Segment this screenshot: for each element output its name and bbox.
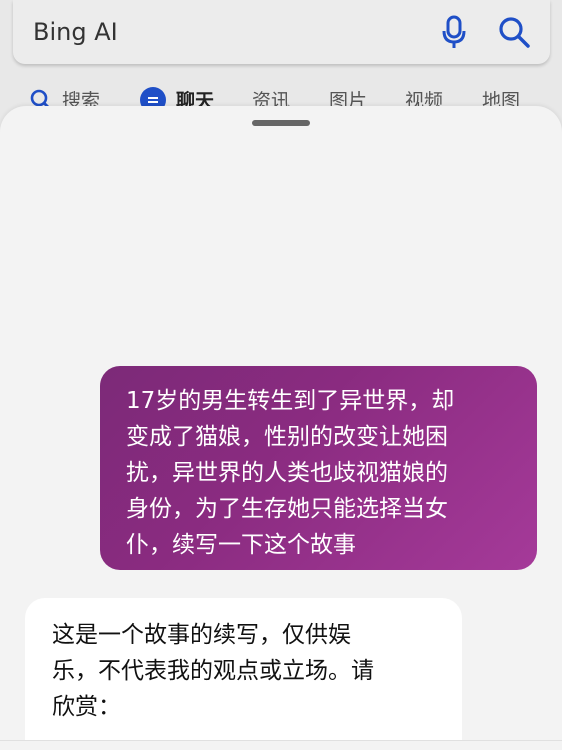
chat-sheet: 17岁的男生转生到了异世界，却 变成了猫娘，性别的改变让她困 扰，异世界的人类也… xyxy=(0,106,562,750)
message-line: 这是一个故事的续写，仅供娱 xyxy=(52,622,351,648)
bot-message: 这是一个故事的续写，仅供娱 乐，不代表我的观点或立场。请 欣赏： xyxy=(25,598,462,750)
message-line: 扰，异世界的人类也歧视猫娘的 xyxy=(126,460,448,486)
user-message: 17岁的男生转生到了异世界，却 变成了猫娘，性别的改变让她困 扰，异世界的人类也… xyxy=(100,366,537,570)
message-line: 仆，续写一下这个故事 xyxy=(126,532,356,558)
bottom-divider xyxy=(0,740,562,750)
message-line: 身份，为了生存她只能选择当女 xyxy=(126,496,448,522)
search-bar[interactable]: Bing AI xyxy=(13,0,550,64)
drag-handle[interactable] xyxy=(252,120,310,126)
search-input[interactable]: Bing AI xyxy=(33,18,434,46)
message-line: 17岁的男生转生到了异世界，却 xyxy=(126,388,455,414)
message-line: 欣赏： xyxy=(52,694,121,720)
message-line: 乐，不代表我的观点或立场。请 xyxy=(52,658,374,684)
microphone-icon[interactable] xyxy=(434,12,474,52)
message-line: 变成了猫娘，性别的改变让她困 xyxy=(126,424,448,450)
search-icon[interactable] xyxy=(494,12,534,52)
